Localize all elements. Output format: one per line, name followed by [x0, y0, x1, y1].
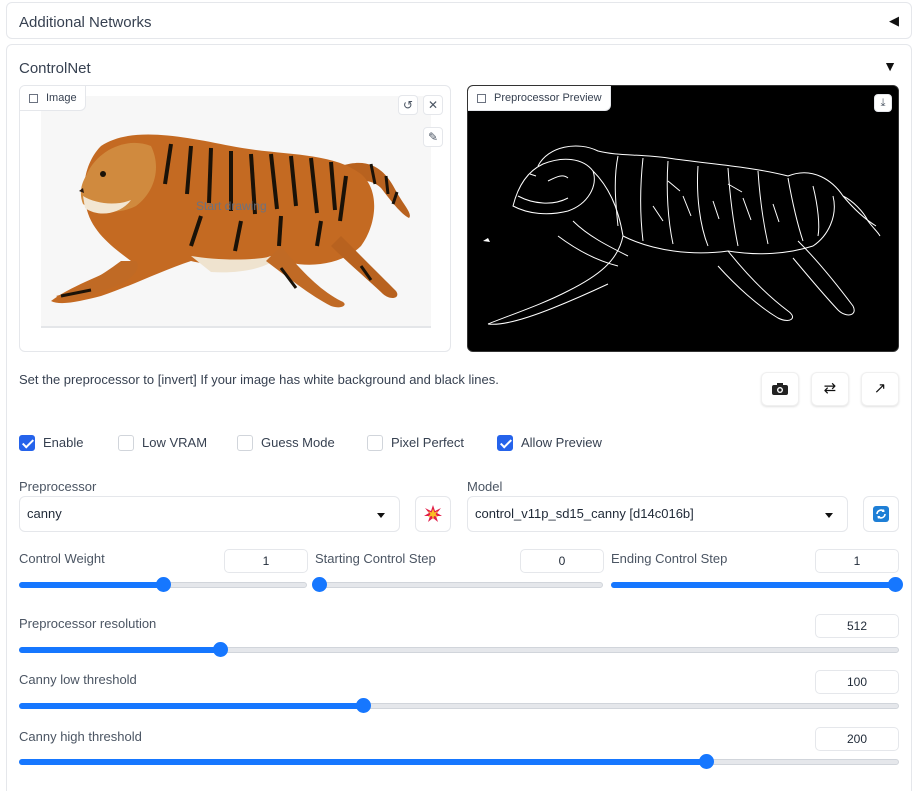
additional-networks-panel[interactable]: Additional Networks ◀ [6, 2, 912, 39]
slider-thumb[interactable] [312, 577, 327, 592]
collapse-arrow-icon[interactable]: ◀ [889, 13, 899, 29]
start-drawing-hint: Start drawing [196, 199, 267, 213]
slider-fill [611, 582, 895, 588]
refresh-icon [873, 506, 889, 522]
preprocessor-preview: Preprocessor Preview ⤓ [467, 85, 899, 352]
slider-fill [19, 703, 363, 709]
image-input-canvas[interactable]: Start drawing Image ↺ ✕ ✎ [19, 85, 451, 352]
preprocessor-dropdown[interactable]: canny [19, 496, 400, 532]
explosion-icon [424, 505, 442, 522]
ending-step-label: Ending Control Step [611, 551, 728, 566]
image-icon [477, 94, 486, 103]
preprocessor-resolution-label: Preprocessor resolution [19, 616, 157, 631]
control-weight-input[interactable]: 1 [224, 549, 308, 573]
canny-low-label: Canny low threshold [19, 672, 137, 687]
close-icon[interactable]: ✕ [423, 95, 443, 115]
camera-icon[interactable] [761, 372, 799, 406]
slider-fill [19, 647, 220, 653]
image-icon [29, 94, 38, 103]
slider-fill [19, 582, 163, 588]
preprocessor-resolution-slider[interactable] [19, 642, 899, 658]
send-dimensions-icon[interactable]: ↗ [861, 372, 899, 406]
starting-step-label: Starting Control Step [315, 551, 436, 566]
chevron-down-icon [377, 513, 385, 518]
control-weight-slider[interactable] [19, 577, 307, 593]
checkbox-box[interactable] [19, 435, 35, 451]
model-dropdown[interactable]: control_v11p_sd15_canny [d14c016b] [467, 496, 848, 532]
starting-step-input[interactable]: 0 [520, 549, 604, 573]
slider-thumb[interactable] [356, 698, 371, 713]
slider-thumb[interactable] [888, 577, 903, 592]
checkbox-box[interactable] [367, 435, 383, 451]
ending-step-input[interactable]: 1 [815, 549, 899, 573]
slider-thumb[interactable] [699, 754, 714, 769]
preprocessor-value: canny [27, 506, 62, 521]
slider-fill [19, 759, 706, 765]
refresh-models-button[interactable] [863, 496, 899, 532]
preprocessor-label: Preprocessor [19, 479, 97, 494]
checkbox-box[interactable] [237, 435, 253, 451]
slider-thumb[interactable] [156, 577, 171, 592]
expand-arrow-icon[interactable]: ▼ [883, 58, 897, 74]
additional-networks-title: Additional Networks [19, 14, 152, 31]
checkbox-box[interactable] [497, 435, 513, 451]
brush-icon[interactable]: ✎ [423, 127, 443, 147]
control-weight-label: Control Weight [19, 551, 105, 566]
model-label: Model [467, 479, 503, 494]
canny-high-slider[interactable] [19, 754, 899, 770]
ending-step-slider[interactable] [611, 577, 903, 593]
canny-low-input[interactable]: 100 [815, 670, 899, 694]
help-text: Set the preprocessor to [invert] If your… [19, 372, 499, 387]
model-value: control_v11p_sd15_canny [d14c016b] [475, 506, 694, 521]
checkbox-box[interactable] [118, 435, 134, 451]
chevron-down-icon [825, 513, 833, 518]
swap-icon[interactable]: ⇄ [811, 372, 849, 406]
canny-high-label: Canny high threshold [19, 729, 142, 744]
download-icon[interactable]: ⤓ [874, 94, 892, 112]
canny-high-input[interactable]: 200 [815, 727, 899, 751]
slider-thumb[interactable] [213, 642, 228, 657]
canny-low-slider[interactable] [19, 698, 899, 714]
image-panel-label: Image [20, 86, 86, 111]
preprocessor-resolution-input[interactable]: 512 [815, 614, 899, 638]
preview-panel-label: Preprocessor Preview [468, 86, 611, 111]
controlnet-title: ControlNet [19, 60, 91, 77]
canny-edge-image [468, 86, 898, 351]
starting-step-slider[interactable] [312, 577, 603, 593]
undo-icon[interactable]: ↺ [398, 95, 418, 115]
run-preprocessor-button[interactable] [415, 496, 451, 532]
